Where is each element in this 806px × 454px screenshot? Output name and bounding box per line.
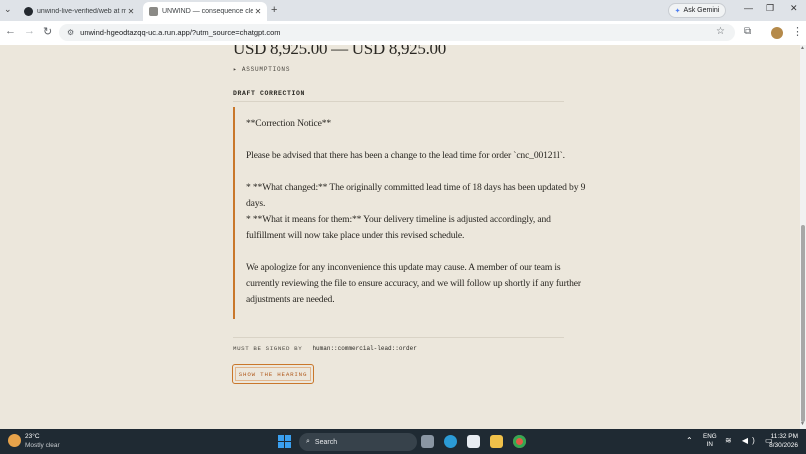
site-info-icon[interactable]: ⚙ — [67, 28, 74, 37]
back-button[interactable]: ← — [5, 25, 16, 37]
browser-menu-icon[interactable]: ⋮ — [792, 25, 803, 38]
url-text: unwind-hgeodtazqq-uc.a.run.app/?utm_sour… — [80, 28, 281, 37]
new-tab-button[interactable]: + — [271, 4, 277, 16]
tab-search-icon[interactable]: ⌄ — [4, 4, 12, 15]
signed-by-label: MUST BE SIGNED BY — [233, 345, 303, 352]
draft-line: Please be advised that there has been a … — [246, 150, 565, 161]
caret-right-icon: ▸ — [233, 66, 238, 73]
windows-logo-icon — [278, 435, 284, 441]
close-tab-icon[interactable]: ✕ — [126, 7, 136, 16]
address-bar[interactable]: ⚙ unwind-hgeodtazqq-uc.a.run.app/?utm_so… — [59, 24, 735, 41]
divider — [233, 337, 564, 338]
extensions-icon[interactable]: ⧉ — [744, 26, 751, 37]
scroll-down-icon[interactable]: ▼ — [800, 421, 805, 427]
draft-line: currently reviewing the file to ensure a… — [246, 278, 581, 289]
clock-time[interactable]: 11:32 PM — [770, 433, 798, 440]
search-icon: ⌕ — [306, 438, 310, 445]
signed-by-row: MUST BE SIGNED BY human::commercial-lead… — [233, 345, 417, 352]
weather-icon[interactable] — [8, 434, 21, 447]
show-the-hearing-button[interactable]: SHOW THE HEARING — [232, 364, 314, 384]
bookmark-star-icon[interactable]: ☆ — [716, 26, 725, 37]
gemini-sparkle-icon: ✦ — [674, 7, 681, 15]
language-indicator[interactable]: ENG IN — [703, 433, 717, 449]
draft-line: * **What it means for them:** Your deliv… — [246, 214, 551, 225]
lang-region: IN — [706, 441, 713, 448]
profile-avatar[interactable] — [771, 27, 783, 39]
github-icon — [24, 7, 33, 16]
task-view-icon[interactable] — [421, 435, 434, 448]
close-tab-icon[interactable]: ✕ — [253, 7, 263, 16]
restore-button[interactable]: ❐ — [766, 3, 774, 14]
store-icon[interactable] — [467, 435, 480, 448]
divider — [233, 101, 564, 102]
chrome-icon[interactable] — [513, 435, 526, 448]
ask-gemini-button[interactable]: ✦ Ask Gemini — [668, 3, 726, 18]
tab-title: UNWIND — consequence clear — [162, 8, 253, 15]
weather-condition[interactable]: Mostly clear — [25, 442, 60, 449]
minimize-button[interactable]: — — [744, 3, 753, 13]
close-window-button[interactable]: ✕ — [790, 3, 798, 14]
draft-line: fulfillment will now take place under th… — [246, 230, 465, 241]
reload-button[interactable]: ↻ — [43, 25, 52, 38]
tab-github[interactable]: unwind-live-verified/web at ma ✕ — [18, 2, 140, 21]
file-explorer-icon[interactable] — [490, 435, 503, 448]
tab-title: unwind-live-verified/web at ma — [37, 8, 126, 15]
ask-gemini-label: Ask Gemini — [683, 7, 720, 14]
page-content: USD 8,925.00 — USD 8,925.00 ▸ ASSUMPTION… — [0, 45, 800, 429]
assumptions-toggle[interactable]: ▸ ASSUMPTIONS — [233, 66, 290, 73]
draft-correction-heading: DRAFT CORRECTION — [233, 90, 306, 97]
weather-temperature[interactable]: 23°C — [25, 433, 40, 440]
draft-line: **Correction Notice** — [246, 118, 332, 129]
tray-overflow-icon[interactable]: ⌃ — [686, 436, 693, 445]
draft-line: * **What changed:** The originally commi… — [246, 182, 586, 193]
draft-line: We apologize for any inconvenience this … — [246, 262, 561, 273]
search-label: Search — [314, 438, 338, 446]
quote-accent-bar — [233, 107, 235, 319]
assumptions-label: ASSUMPTIONS — [241, 66, 291, 73]
start-button[interactable] — [278, 435, 291, 448]
forward-button[interactable]: → — [24, 25, 35, 37]
clock-date[interactable]: 8/30/2026 — [763, 442, 798, 449]
draft-line: adjustments are needed. — [246, 294, 335, 305]
price-range: USD 8,925.00 — USD 8,925.00 — [233, 45, 446, 58]
edge-icon[interactable] — [444, 435, 457, 448]
draft-line: days. — [246, 198, 266, 209]
unwind-favicon-icon — [149, 7, 158, 16]
signed-by-value: human::commercial-lead::order — [312, 345, 417, 352]
taskbar-search[interactable]: ⌕ Search — [299, 433, 417, 451]
lang-code: ENG — [703, 433, 717, 440]
scroll-up-icon[interactable]: ▲ — [800, 45, 805, 51]
scrollbar-thumb[interactable] — [801, 225, 805, 422]
tab-unwind[interactable]: UNWIND — consequence clear ✕ — [143, 2, 267, 21]
